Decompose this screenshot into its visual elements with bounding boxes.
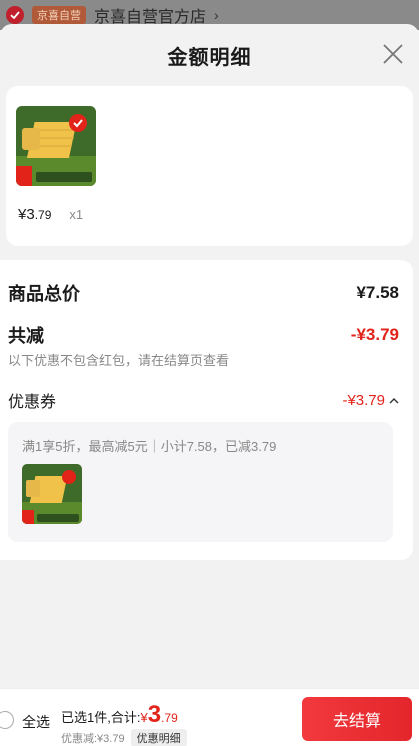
total-amount: ¥3.79 <box>140 701 178 728</box>
discount-row: 共减 -¥3.79 <box>8 322 399 348</box>
summary-card: 商品总价 ¥7.58 共减 -¥3.79 以下优惠不包含红包，请在结算页查看 优… <box>0 260 413 560</box>
checkout-button[interactable]: 去结算 <box>302 697 412 741</box>
store-tag: 京喜自营 <box>32 6 86 24</box>
select-all-radio[interactable] <box>0 711 14 729</box>
product-price: ¥3.79 <box>18 206 52 223</box>
discount-note: 以下优惠不包含红包，请在结算页查看 <box>8 353 230 368</box>
chevron-up-icon[interactable] <box>389 392 399 409</box>
discount-summary: 优惠减:¥3.79 优惠明细 <box>61 729 187 746</box>
coupon-detail-box: 满1享5折，最高减5元｜小计7.58，已减3.79 <box>8 422 393 542</box>
product-image[interactable] <box>16 106 96 186</box>
coupon-label: 优惠券 <box>8 394 57 411</box>
checkout-bar: 全选 已选1件,合计: ¥3.79 优惠减:¥3.79 优惠明细 去结算 <box>0 688 419 746</box>
coupon-product-image[interactable] <box>22 464 82 524</box>
coupon-row[interactable]: 优惠券 -¥3.79 <box>8 388 399 412</box>
discount-detail-button[interactable]: 优惠明细 <box>130 729 187 746</box>
chevron-right-icon: › <box>214 7 219 23</box>
select-all-label[interactable]: 全选 <box>22 712 50 732</box>
total-row: 商品总价 ¥7.58 <box>8 280 399 306</box>
coupon-description: 满1享5折，最高减5元｜小计7.58，已减3.79 <box>22 439 277 454</box>
total-value: ¥7.58 <box>356 283 399 302</box>
selected-total: 已选1件,合计: ¥3.79 <box>61 701 178 728</box>
total-label: 商品总价 <box>8 284 80 304</box>
product-quantity: x1 <box>69 207 84 222</box>
price-row: ¥3.79 x1 <box>18 206 83 223</box>
sheet-title: 金额明细 <box>167 46 252 69</box>
discount-label: 共减 <box>8 326 44 346</box>
coupon-value[interactable]: -¥3.79 <box>342 392 399 409</box>
discount-value: -¥3.79 <box>350 325 399 344</box>
product-card: ¥3.79 x1 <box>6 86 413 246</box>
sheet-header: 金额明细 <box>0 24 419 86</box>
check-icon[interactable] <box>6 6 24 24</box>
amount-detail-sheet: 金额明细 ¥3.79 x1 商品总价 ¥7.58 共减 -¥3.79 以下优惠不… <box>0 24 419 746</box>
close-icon[interactable] <box>381 42 405 66</box>
